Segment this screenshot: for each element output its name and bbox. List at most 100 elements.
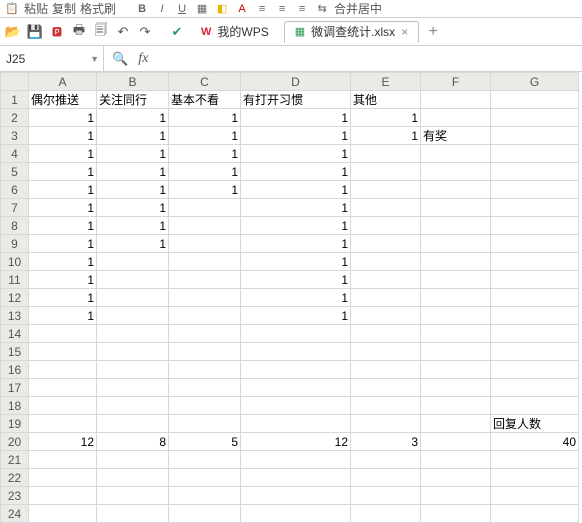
close-icon[interactable]: × xyxy=(401,25,408,39)
cell-E11[interactable] xyxy=(351,271,421,289)
cell-A22[interactable] xyxy=(29,469,97,487)
cell-A6[interactable]: 1 xyxy=(29,181,97,199)
cell-B4[interactable]: 1 xyxy=(97,145,169,163)
cell-D4[interactable]: 1 xyxy=(241,145,351,163)
cell-F3[interactable]: 有奖 xyxy=(421,127,491,145)
cell-C10[interactable] xyxy=(169,253,241,271)
cell-D10[interactable]: 1 xyxy=(241,253,351,271)
cell-B1[interactable]: 关注同行 xyxy=(97,91,169,109)
cell-B21[interactable] xyxy=(97,451,169,469)
cell-C20[interactable]: 5 xyxy=(169,433,241,451)
cell-C19[interactable] xyxy=(169,415,241,433)
cell-D18[interactable] xyxy=(241,397,351,415)
align-left-icon[interactable]: ≡ xyxy=(254,1,270,17)
cell-C2[interactable]: 1 xyxy=(169,109,241,127)
cell-G10[interactable] xyxy=(491,253,579,271)
row-header-20[interactable]: 20 xyxy=(1,433,29,451)
cell-A3[interactable]: 1 xyxy=(29,127,97,145)
cell-D1[interactable]: 有打开习惯 xyxy=(241,91,351,109)
row-header-24[interactable]: 24 xyxy=(1,505,29,523)
row-header-1[interactable]: 1 xyxy=(1,91,29,109)
cell-E9[interactable] xyxy=(351,235,421,253)
spreadsheet-grid[interactable]: ABCDEFG1偶尔推送关注同行基本不看有打开习惯其他211111311111有… xyxy=(0,72,582,523)
cell-F13[interactable] xyxy=(421,307,491,325)
cell-F16[interactable] xyxy=(421,361,491,379)
undo-icon[interactable]: ↶ xyxy=(114,23,132,41)
cell-B24[interactable] xyxy=(97,505,169,523)
cell-E10[interactable] xyxy=(351,253,421,271)
row-header-8[interactable]: 8 xyxy=(1,217,29,235)
cell-B10[interactable] xyxy=(97,253,169,271)
column-header-D[interactable]: D xyxy=(241,73,351,91)
row-header-11[interactable]: 11 xyxy=(1,271,29,289)
tab-document[interactable]: ▦ 微调查统计.xlsx × xyxy=(284,21,419,43)
cell-A7[interactable]: 1 xyxy=(29,199,97,217)
cell-C24[interactable] xyxy=(169,505,241,523)
print-preview-icon[interactable]: 🗐 xyxy=(92,23,110,41)
cell-G16[interactable] xyxy=(491,361,579,379)
row-header-6[interactable]: 6 xyxy=(1,181,29,199)
cell-F19[interactable] xyxy=(421,415,491,433)
cell-G20[interactable]: 40 xyxy=(491,433,579,451)
cell-F18[interactable] xyxy=(421,397,491,415)
row-header-17[interactable]: 17 xyxy=(1,379,29,397)
cell-F24[interactable] xyxy=(421,505,491,523)
cell-D7[interactable]: 1 xyxy=(241,199,351,217)
row-header-13[interactable]: 13 xyxy=(1,307,29,325)
cell-A8[interactable]: 1 xyxy=(29,217,97,235)
save-as-icon[interactable]: 💾 xyxy=(26,23,44,41)
cell-C16[interactable] xyxy=(169,361,241,379)
export-pdf-icon[interactable]: 🅿 xyxy=(48,23,66,41)
cell-B14[interactable] xyxy=(97,325,169,343)
cell-B6[interactable]: 1 xyxy=(97,181,169,199)
new-tab-button[interactable]: + xyxy=(423,22,443,42)
cell-C13[interactable] xyxy=(169,307,241,325)
row-header-14[interactable]: 14 xyxy=(1,325,29,343)
row-header-15[interactable]: 15 xyxy=(1,343,29,361)
font-color-icon[interactable]: A xyxy=(234,1,250,17)
fill-color-icon[interactable]: ◧ xyxy=(214,1,230,17)
cell-C8[interactable] xyxy=(169,217,241,235)
column-header-F[interactable]: F xyxy=(421,73,491,91)
cell-D11[interactable]: 1 xyxy=(241,271,351,289)
cell-A21[interactable] xyxy=(29,451,97,469)
cell-D17[interactable] xyxy=(241,379,351,397)
cell-E16[interactable] xyxy=(351,361,421,379)
cell-E17[interactable] xyxy=(351,379,421,397)
cell-F21[interactable] xyxy=(421,451,491,469)
print-icon[interactable]: 🖶 xyxy=(70,23,88,41)
cell-A2[interactable]: 1 xyxy=(29,109,97,127)
cell-F5[interactable] xyxy=(421,163,491,181)
chevron-down-icon[interactable]: ▼ xyxy=(90,54,99,64)
cell-E19[interactable] xyxy=(351,415,421,433)
row-header-12[interactable]: 12 xyxy=(1,289,29,307)
cell-G2[interactable] xyxy=(491,109,579,127)
cell-G7[interactable] xyxy=(491,199,579,217)
column-header-G[interactable]: G xyxy=(491,73,579,91)
cell-C5[interactable]: 1 xyxy=(169,163,241,181)
cell-F2[interactable] xyxy=(421,109,491,127)
row-header-2[interactable]: 2 xyxy=(1,109,29,127)
cell-C23[interactable] xyxy=(169,487,241,505)
cell-D20[interactable]: 12 xyxy=(241,433,351,451)
cell-D6[interactable]: 1 xyxy=(241,181,351,199)
bold-icon[interactable]: B xyxy=(134,1,150,17)
cell-F9[interactable] xyxy=(421,235,491,253)
cell-B12[interactable] xyxy=(97,289,169,307)
cell-G17[interactable] xyxy=(491,379,579,397)
cell-B11[interactable] xyxy=(97,271,169,289)
cell-B23[interactable] xyxy=(97,487,169,505)
cell-A16[interactable] xyxy=(29,361,97,379)
cell-B8[interactable]: 1 xyxy=(97,217,169,235)
row-header-3[interactable]: 3 xyxy=(1,127,29,145)
merge-center-label[interactable]: 合并居中 xyxy=(334,0,382,17)
cell-D23[interactable] xyxy=(241,487,351,505)
cell-E5[interactable] xyxy=(351,163,421,181)
cell-B22[interactable] xyxy=(97,469,169,487)
column-header-B[interactable]: B xyxy=(97,73,169,91)
paste-icon[interactable]: 📋 xyxy=(4,1,20,17)
cell-C4[interactable]: 1 xyxy=(169,145,241,163)
cell-E1[interactable]: 其他 xyxy=(351,91,421,109)
cell-G21[interactable] xyxy=(491,451,579,469)
cell-B16[interactable] xyxy=(97,361,169,379)
